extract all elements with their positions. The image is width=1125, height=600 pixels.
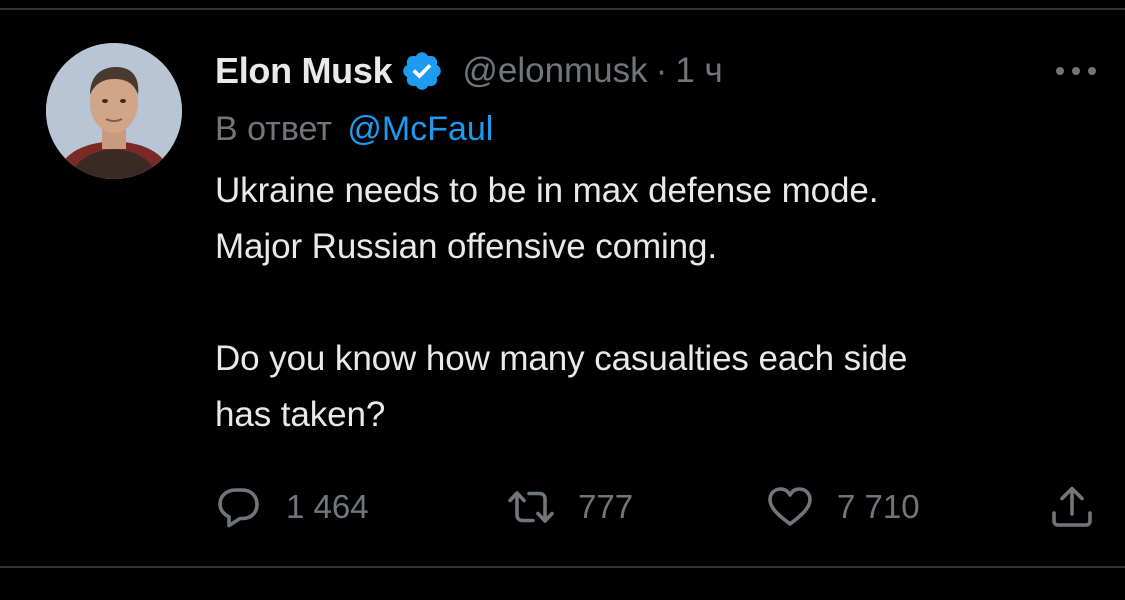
- retweet-icon: [508, 485, 554, 529]
- tweet-header: Elon Musk @elonmusk · 1 ч: [215, 48, 723, 94]
- like-count: 7 710: [837, 488, 920, 525]
- reply-mention-link[interactable]: @McFaul: [347, 110, 493, 148]
- verified-badge-icon: [400, 49, 444, 93]
- author-name[interactable]: Elon Musk: [215, 50, 393, 92]
- reply-button[interactable]: 1 464: [216, 484, 369, 530]
- reply-count: 1 464: [286, 488, 369, 525]
- reply-context: В ответ @McFaul: [215, 110, 493, 149]
- separator-dot: ·: [655, 51, 668, 90]
- top-divider: [0, 8, 1125, 10]
- retweet-button[interactable]: 777: [508, 484, 633, 530]
- tweet-text-line-4: has taken?: [215, 395, 386, 434]
- author-handle[interactable]: @elonmusk: [462, 51, 647, 91]
- avatar[interactable]: [46, 43, 182, 179]
- share-upload-icon: [1050, 485, 1094, 529]
- bottom-divider: [0, 566, 1125, 568]
- tweet-text-line-2: Major Russian offensive coming.: [215, 227, 718, 266]
- share-button[interactable]: [1050, 484, 1094, 530]
- tweet-timestamp[interactable]: 1 ч: [675, 51, 722, 91]
- like-button[interactable]: 7 710: [767, 484, 920, 530]
- heart-icon: [767, 485, 813, 529]
- tweet-text-line-3: Do you know how many casualties each sid…: [215, 339, 908, 378]
- reply-bubble-icon: [216, 485, 262, 529]
- retweet-count: 777: [578, 488, 634, 525]
- more-dots-icon[interactable]: [1054, 62, 1098, 80]
- reply-prefix: В ответ: [215, 110, 332, 148]
- tweet-text-line-1: Ukraine needs to be in max defense mode.: [215, 171, 879, 210]
